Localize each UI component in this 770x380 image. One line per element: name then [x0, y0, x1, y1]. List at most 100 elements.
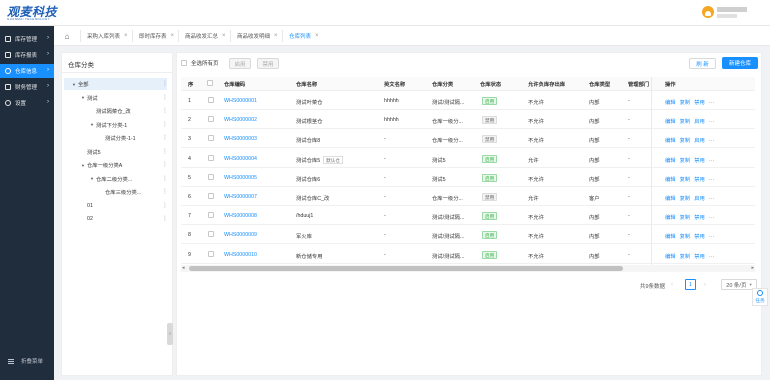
copy-button[interactable]: 复制 — [680, 215, 691, 221]
more-options-icon[interactable]: ⋮ — [162, 107, 168, 114]
more-options-icon[interactable]: ⋮ — [162, 134, 168, 141]
tree-node[interactable]: ▼ 仓库二级分类... ⋮ — [64, 173, 168, 185]
scroll-right-arrow-icon[interactable]: ▸ — [751, 265, 754, 271]
edit-button[interactable]: 编辑 — [665, 119, 676, 125]
row-checkbox[interactable] — [208, 231, 214, 239]
more-actions-button[interactable]: ··· — [709, 119, 714, 125]
tab-purchase-inbound[interactable]: 采购入库列表 × — [80, 30, 128, 42]
caret-down-icon[interactable]: ▼ — [79, 95, 87, 100]
home-icon[interactable]: ⌂ — [60, 30, 74, 42]
caret-down-icon[interactable]: ▼ — [79, 163, 87, 168]
more-options-icon[interactable]: ⋮ — [162, 161, 168, 168]
scroll-left-arrow-icon[interactable]: ◂ — [182, 265, 185, 271]
task-float-button[interactable]: 任务 — [752, 288, 768, 306]
toggle-status-button[interactable]: 启用 — [694, 196, 705, 202]
sidebar-item-finance[interactable]: 财务管理 › — [0, 80, 54, 94]
collapse-menu-button[interactable]: 折叠菜单 — [8, 357, 43, 365]
close-icon[interactable]: × — [315, 33, 319, 39]
more-actions-button[interactable]: ··· — [709, 234, 714, 240]
copy-button[interactable]: 复制 — [680, 234, 691, 240]
copy-button[interactable]: 复制 — [680, 177, 691, 183]
more-actions-button[interactable]: ··· — [709, 138, 714, 144]
edit-button[interactable]: 编辑 — [665, 138, 676, 144]
prev-page-icon[interactable]: ‹ — [671, 282, 673, 288]
warehouse-code-link[interactable]: WHS0000002 — [224, 117, 257, 123]
more-actions-button[interactable]: ··· — [709, 158, 714, 164]
horizontal-scrollbar[interactable]: ◂ ▸ — [181, 265, 755, 272]
tree-node[interactable]: ▼ 测试下分类-1 ⋮ — [64, 119, 168, 131]
tree-node[interactable]: ▼ 测试 ⋮ — [64, 92, 168, 104]
panel-collapse-handle[interactable]: ‹ — [167, 323, 173, 345]
tree-node[interactable]: 仓库三级分类... ⋮ — [64, 186, 168, 198]
user-name-blurred[interactable] — [717, 7, 747, 12]
toggle-status-button[interactable]: 禁用 — [694, 177, 705, 183]
toggle-status-button[interactable]: 禁用 — [694, 254, 705, 260]
more-options-icon[interactable]: ⋮ — [162, 215, 168, 222]
tree-node[interactable]: 测试分类-1-1 ⋮ — [64, 132, 168, 144]
copy-button[interactable]: 复制 — [680, 254, 691, 260]
warehouse-code-link[interactable]: WHS0000005 — [224, 175, 257, 181]
more-actions-button[interactable]: ··· — [709, 177, 714, 183]
warehouse-code-link[interactable]: WHS0000008 — [224, 213, 257, 219]
copy-button[interactable]: 复制 — [680, 158, 691, 164]
tab-goods-summary[interactable]: 商品收发汇总 × — [178, 30, 226, 42]
sidebar-item-inventory[interactable]: 库存管理 › — [0, 32, 54, 46]
warehouse-code-link[interactable]: WHS0000007 — [224, 194, 257, 200]
edit-button[interactable]: 编辑 — [665, 100, 676, 106]
more-options-icon[interactable]: ⋮ — [162, 94, 168, 101]
warehouse-code-link[interactable]: WHS0000003 — [224, 136, 257, 142]
row-checkbox[interactable] — [208, 154, 214, 163]
warehouse-code-link[interactable]: WHS0000010 — [224, 252, 257, 258]
disable-button[interactable]: 禁用 — [257, 58, 279, 69]
edit-button[interactable]: 编辑 — [665, 234, 676, 240]
more-options-icon[interactable]: ⋮ — [162, 175, 168, 182]
refresh-button[interactable]: 刷 新 — [689, 58, 716, 69]
tree-node[interactable]: 测试隔菜仓_改 ⋮ — [64, 105, 168, 117]
row-checkbox[interactable] — [208, 116, 214, 124]
more-options-icon[interactable]: ⋮ — [162, 121, 168, 128]
sidebar-item-warehouse[interactable]: 仓库信息 › — [0, 64, 54, 78]
toggle-status-button[interactable]: 启用 — [694, 119, 705, 125]
warehouse-code-link[interactable]: WHS0000001 — [224, 98, 257, 104]
copy-button[interactable]: 复制 — [680, 100, 691, 106]
row-checkbox[interactable] — [208, 97, 214, 105]
close-icon[interactable]: × — [124, 33, 128, 39]
sidebar-item-reports[interactable]: 库存报表 › — [0, 48, 54, 62]
row-checkbox[interactable] — [208, 193, 214, 201]
caret-down-icon[interactable]: ▼ — [70, 82, 78, 87]
tree-node[interactable]: ▼ 全部 ⋮ — [64, 78, 168, 90]
toggle-status-button[interactable]: 禁用 — [694, 100, 705, 106]
user-avatar[interactable] — [702, 6, 714, 18]
row-checkbox[interactable] — [208, 250, 214, 259]
warehouse-code-link[interactable]: WHS0000004 — [224, 156, 257, 162]
copy-button[interactable]: 复制 — [680, 119, 691, 125]
toggle-status-button[interactable]: 禁用 — [694, 158, 705, 164]
more-actions-button[interactable]: ··· — [709, 196, 714, 202]
row-checkbox[interactable] — [208, 135, 214, 143]
more-options-icon[interactable]: ⋮ — [162, 148, 168, 155]
tab-warehouse-list[interactable]: 仓库列表 × — [282, 30, 319, 42]
more-actions-button[interactable]: ··· — [709, 215, 714, 221]
tree-node[interactable]: ▼ 仓库一级分类A ⋮ — [64, 159, 168, 171]
pagination-page[interactable]: 1 — [685, 279, 696, 290]
close-icon[interactable]: × — [274, 33, 278, 39]
more-options-icon[interactable]: ⋮ — [162, 202, 168, 209]
edit-button[interactable]: 编辑 — [665, 158, 676, 164]
edit-button[interactable]: 编辑 — [665, 215, 676, 221]
header-checkbox[interactable] — [207, 80, 213, 88]
new-warehouse-button[interactable]: 新建仓库 — [722, 57, 758, 69]
edit-button[interactable]: 编辑 — [665, 196, 676, 202]
checkbox[interactable] — [181, 60, 187, 66]
tab-realtime-stock[interactable]: 即时库存表 × — [132, 30, 174, 42]
warehouse-code-link[interactable]: WHS0000009 — [224, 232, 257, 238]
edit-button[interactable]: 编辑 — [665, 254, 676, 260]
toggle-status-button[interactable]: 禁用 — [694, 234, 705, 240]
tree-node[interactable]: 02 ⋮ — [64, 213, 168, 225]
edit-button[interactable]: 编辑 — [665, 177, 676, 183]
more-actions-button[interactable]: ··· — [709, 100, 714, 106]
toggle-status-button[interactable]: 启用 — [694, 138, 705, 144]
tab-goods-detail[interactable]: 商品收发明细 × — [230, 30, 278, 42]
caret-down-icon[interactable]: ▼ — [88, 176, 96, 181]
more-options-icon[interactable]: ⋮ — [162, 80, 168, 87]
tree-node[interactable]: 测试5 ⋮ — [64, 146, 168, 158]
